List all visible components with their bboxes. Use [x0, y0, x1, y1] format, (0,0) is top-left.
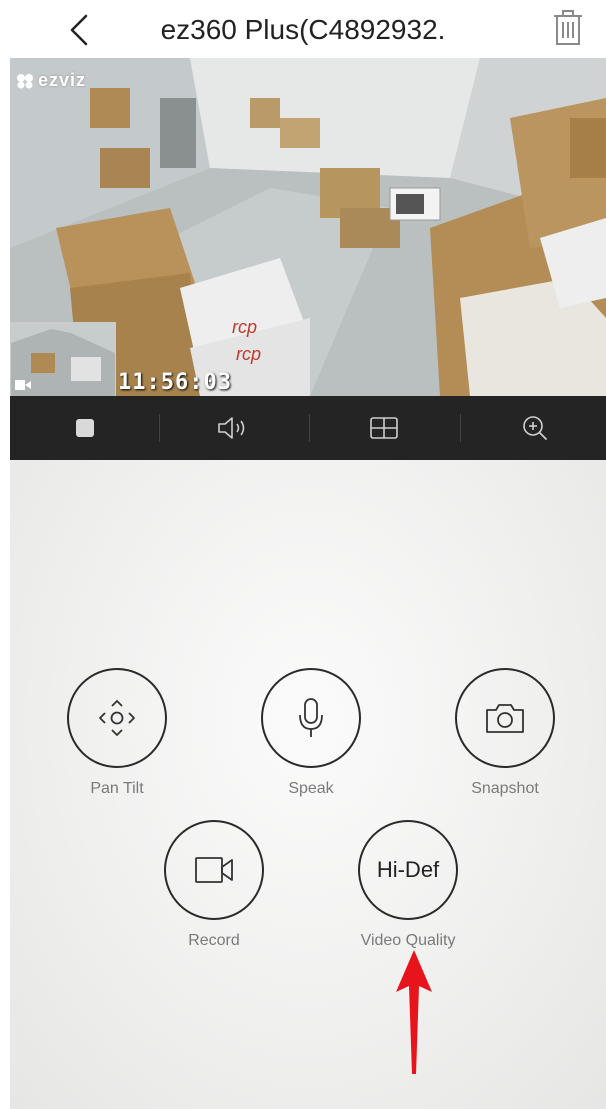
trash-icon — [554, 10, 582, 45]
video-camera-icon — [195, 857, 233, 883]
speak-button[interactable] — [261, 668, 361, 768]
pan-tilt-button[interactable] — [67, 668, 167, 768]
video-quality-button[interactable]: Hi-Def — [358, 820, 458, 920]
timestamp-overlay: 11:56:03 — [118, 370, 232, 395]
device-title: ez360 Plus(C4892932. — [160, 14, 446, 45]
picture-in-picture-view[interactable] — [10, 322, 116, 396]
layout-button[interactable] — [309, 396, 459, 460]
direction-pad-icon — [99, 700, 135, 736]
video-quality-value: Hi-Def — [376, 857, 440, 882]
video-camera-icon — [15, 380, 31, 390]
stop-square-icon — [76, 419, 94, 437]
chevron-left-icon — [70, 14, 88, 46]
microphone-icon — [299, 698, 323, 737]
player-control-bar — [10, 396, 606, 460]
brand-name: ezviz — [38, 70, 87, 90]
delete-button[interactable] — [548, 6, 588, 50]
speak-label: Speak — [288, 780, 334, 797]
zoom-button[interactable] — [460, 396, 606, 460]
top-navigation-bar: ez360 Plus(C4892932. — [0, 0, 606, 58]
red-arrow-annotation — [396, 950, 432, 1074]
zoom-in-icon — [523, 416, 547, 440]
pan-tilt-label: Pan Tilt — [90, 780, 144, 797]
speaker-icon — [218, 417, 245, 439]
camera-icon — [486, 704, 524, 733]
snapshot-button[interactable] — [455, 668, 555, 768]
live-video-view[interactable]: rcp rcp ezviz 11:56:03 — [10, 58, 606, 396]
back-button[interactable] — [58, 8, 102, 52]
ezviz-logo-mark-icon — [17, 73, 33, 88]
record-action: Record — [159, 820, 269, 950]
pan-tilt-action: Pan Tilt — [62, 668, 172, 798]
sound-button[interactable] — [159, 396, 309, 460]
action-panel: Pan Tilt Speak Snapshot Record Hi-Def Vi… — [10, 460, 606, 1109]
ezviz-logo: ezviz — [16, 70, 86, 91]
snapshot-action: Snapshot — [450, 668, 560, 798]
grid-icon — [370, 417, 398, 439]
snapshot-label: Snapshot — [471, 780, 539, 797]
stop-button[interactable] — [10, 396, 160, 460]
speak-action: Speak — [256, 668, 366, 798]
svg-text:rcp: rcp — [236, 344, 261, 364]
video-quality-label: Video Quality — [360, 932, 456, 949]
record-label: Record — [188, 932, 240, 949]
record-button[interactable] — [164, 820, 264, 920]
video-quality-action: Hi-Def Video Quality — [353, 820, 463, 950]
svg-text:rcp: rcp — [232, 317, 257, 337]
